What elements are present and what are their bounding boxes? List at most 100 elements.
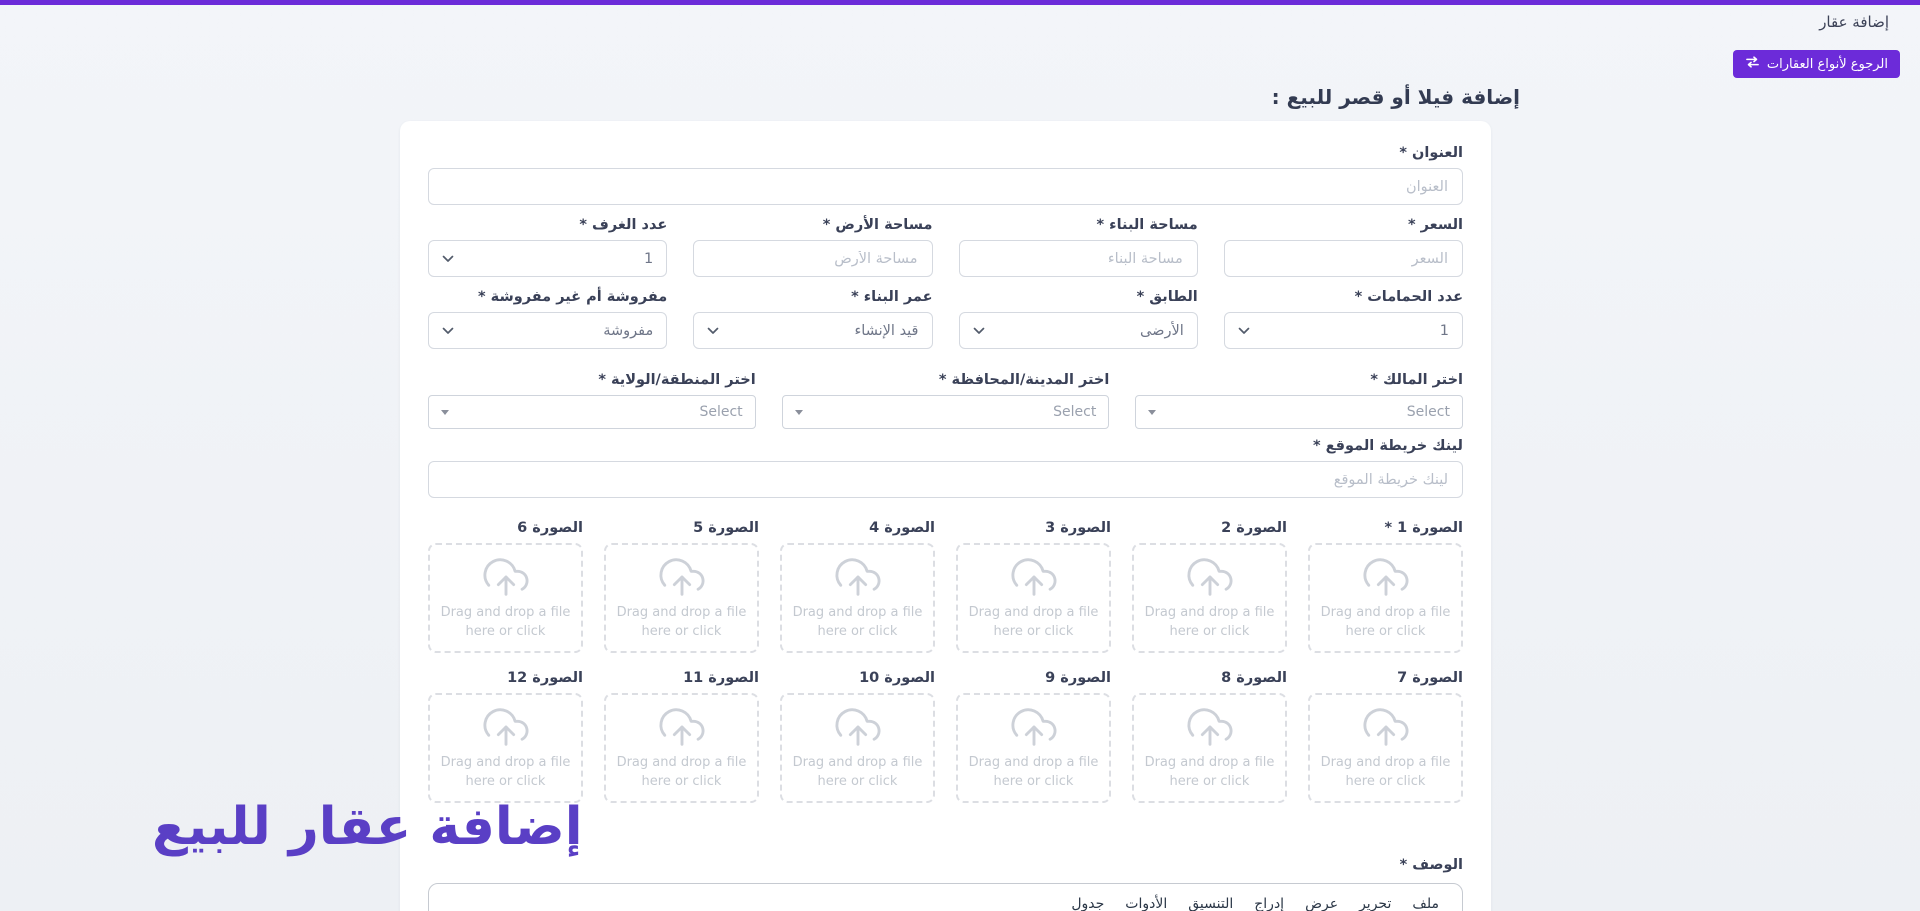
chevron-down-icon [973, 327, 985, 335]
photo-11-dropzone[interactable]: Drag and drop a filehere or click [604, 693, 759, 803]
editor-menu-tools[interactable]: الأدوات [1116, 893, 1176, 911]
back-button-label: الرجوع لأنواع العقارات [1767, 57, 1888, 72]
dropzone-hint: Drag and drop a filehere or click [969, 754, 1099, 792]
photo-1-label: الصورة 1 * [1308, 518, 1463, 538]
furnished-label: مفروشة أم غير مفروشة * [428, 287, 667, 307]
row-owner-city-region: اختر المالك * Select اختر المدينة/المحاف… [428, 370, 1463, 429]
dropzone-hint: Drag and drop a filehere or click [441, 754, 571, 792]
dropzone-hint: Drag and drop a filehere or click [617, 604, 747, 642]
bathrooms-label: عدد الحمامات * [1224, 287, 1463, 307]
back-to-property-types-button[interactable]: الرجوع لأنواع العقارات [1733, 50, 1900, 78]
page-title: إضافة عقار [1819, 13, 1889, 31]
owner-label: اختر المالك * [1135, 370, 1463, 390]
row-bath-floor-age-furnished: عدد الحمامات * 1 الطابق * الأرضى عمر الب… [428, 287, 1463, 349]
editor-menu-file[interactable]: ملف [1403, 893, 1448, 911]
rooms-field: عدد الغرف * 1 [428, 215, 667, 277]
building-age-select-value: قيد الإنشاء [854, 323, 918, 339]
upload-cloud-icon [832, 704, 884, 750]
upload-column-12: الصورة 12 Drag and drop a filehere or cl… [428, 668, 583, 803]
build-area-input[interactable] [959, 240, 1198, 277]
upload-column-10: الصورة 10 Drag and drop a filehere or cl… [780, 668, 935, 803]
city-label: اختر المدينة/المحافظة * [782, 370, 1110, 390]
owner-select-value: Select [1407, 404, 1450, 420]
photo-3-dropzone[interactable]: Drag and drop a filehere or click [956, 543, 1111, 653]
photo-12-dropzone[interactable]: Drag and drop a filehere or click [428, 693, 583, 803]
rooms-select[interactable]: 1 [428, 240, 667, 277]
photo-1-dropzone[interactable]: Drag and drop a filehere or click [1308, 543, 1463, 653]
uploads-row-2: الصورة 7 Drag and drop a filehere or cli… [428, 668, 1463, 803]
city-select[interactable]: Select [782, 395, 1110, 429]
photo-3-label: الصورة 3 [956, 518, 1111, 538]
photo-4-dropzone[interactable]: Drag and drop a filehere or click [780, 543, 935, 653]
photo-10-label: الصورة 10 [780, 668, 935, 688]
watermark-title: إضافة عقار للبيع [152, 797, 583, 857]
land-area-input[interactable] [693, 240, 932, 277]
editor-menu-format[interactable]: التنسيق [1179, 893, 1242, 911]
dropzone-hint: Drag and drop a filehere or click [793, 754, 923, 792]
photo-9-label: الصورة 9 [956, 668, 1111, 688]
furnished-field: مفروشة أم غير مفروشة * مفروشة [428, 287, 667, 349]
dropzone-hint: Drag and drop a filehere or click [617, 754, 747, 792]
chevron-down-icon [1238, 327, 1250, 335]
land-area-label: مساحة الأرض * [693, 215, 932, 235]
upload-cloud-icon [1008, 554, 1060, 600]
photo-7-dropzone[interactable]: Drag and drop a filehere or click [1308, 693, 1463, 803]
build-area-label: مساحة البناء * [959, 215, 1198, 235]
city-select-value: Select [1053, 404, 1096, 420]
photo-12-label: الصورة 12 [428, 668, 583, 688]
title-input[interactable] [428, 168, 1463, 205]
description-block: الوصف * ملف تحرير عرض إدراج التنسيق الأد… [428, 855, 1463, 911]
description-label: الوصف * [428, 855, 1463, 875]
editor-menu-view[interactable]: عرض [1296, 893, 1347, 911]
floor-select[interactable]: الأرضى [959, 312, 1198, 349]
price-field: السعر * [1224, 215, 1463, 277]
furnished-select[interactable]: مفروشة [428, 312, 667, 349]
dropzone-hint: Drag and drop a filehere or click [1145, 604, 1275, 642]
upload-column-8: الصورة 8 Drag and drop a filehere or cli… [1132, 668, 1287, 803]
photo-10-dropzone[interactable]: Drag and drop a filehere or click [780, 693, 935, 803]
rooms-label: عدد الغرف * [428, 215, 667, 235]
title-label: العنوان * [428, 143, 1463, 163]
upload-column-11: الصورة 11 Drag and drop a filehere or cl… [604, 668, 759, 803]
upload-cloud-icon [480, 704, 532, 750]
region-select[interactable]: Select [428, 395, 756, 429]
price-input[interactable] [1224, 240, 1463, 277]
building-age-label: عمر البناء * [693, 287, 932, 307]
upload-cloud-icon [1184, 704, 1236, 750]
map-link-input[interactable] [428, 461, 1463, 498]
map-link-label: لينك خريطة الموقع * [428, 436, 1463, 456]
owner-field: اختر المالك * Select [1135, 370, 1463, 429]
photo-8-dropzone[interactable]: Drag and drop a filehere or click [1132, 693, 1287, 803]
photo-11-label: الصورة 11 [604, 668, 759, 688]
upload-column-6: الصورة 6 Drag and drop a filehere or cli… [428, 518, 583, 653]
editor-menu-insert[interactable]: إدراج [1245, 893, 1293, 911]
editor-menu-edit[interactable]: تحرير [1350, 893, 1400, 911]
land-area-field: مساحة الأرض * [693, 215, 932, 277]
city-field: اختر المدينة/المحافظة * Select [782, 370, 1110, 429]
rich-text-editor[interactable]: ملف تحرير عرض إدراج التنسيق الأدوات جدول [428, 883, 1463, 911]
floor-label: الطابق * [959, 287, 1198, 307]
rooms-select-value: 1 [644, 251, 653, 267]
building-age-select[interactable]: قيد الإنشاء [693, 312, 932, 349]
photo-2-dropzone[interactable]: Drag and drop a filehere or click [1132, 543, 1287, 653]
photo-9-dropzone[interactable]: Drag and drop a filehere or click [956, 693, 1111, 803]
photo-4-label: الصورة 4 [780, 518, 935, 538]
region-select-value: Select [699, 404, 742, 420]
bathrooms-select-value: 1 [1440, 323, 1449, 339]
bathrooms-select[interactable]: 1 [1224, 312, 1463, 349]
upload-column-3: الصورة 3 Drag and drop a filehere or cli… [956, 518, 1111, 653]
dropzone-hint: Drag and drop a filehere or click [1321, 604, 1451, 642]
owner-select[interactable]: Select [1135, 395, 1463, 429]
photo-5-dropzone[interactable]: Drag and drop a filehere or click [604, 543, 759, 653]
photo-6-dropzone[interactable]: Drag and drop a filehere or click [428, 543, 583, 653]
dropdown-arrow-icon [795, 410, 803, 415]
top-accent-bar [0, 0, 1920, 5]
property-form-card: العنوان * السعر * مساحة البناء * مساحة ا… [400, 121, 1491, 911]
map-link-field: لينك خريطة الموقع * [428, 436, 1463, 498]
upload-cloud-icon [656, 554, 708, 600]
upload-column-7: الصورة 7 Drag and drop a filehere or cli… [1308, 668, 1463, 803]
editor-menu-table[interactable]: جدول [1062, 893, 1113, 911]
photo-5-label: الصورة 5 [604, 518, 759, 538]
editor-menubar: ملف تحرير عرض إدراج التنسيق الأدوات جدول [429, 884, 1462, 911]
row-price-areas-rooms: السعر * مساحة البناء * مساحة الأرض * عدد… [428, 215, 1463, 277]
